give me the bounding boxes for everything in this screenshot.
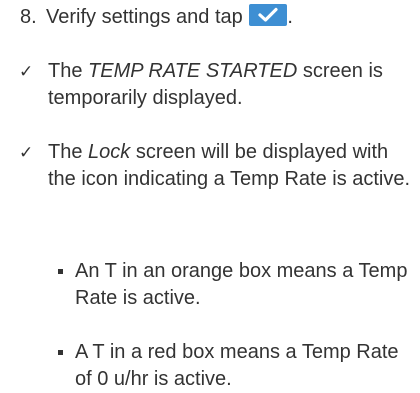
step-text-end: . <box>287 6 293 28</box>
check-mark-icon: ✓ <box>19 143 34 162</box>
instruction-document: 8. Verify settings and tap . ✓ The TEMP R… <box>0 0 420 391</box>
step-text: Verify settings and tap <box>46 6 243 28</box>
bullet-text: An T in an orange box means a Temp Rate … <box>75 260 408 309</box>
confirm-button-graphic <box>249 4 288 26</box>
check-mark-icon: ✓ <box>19 62 34 81</box>
bullet-icon <box>58 350 63 355</box>
result-text: The Lock screen will be displayed with t… <box>48 141 411 190</box>
checkmark-icon <box>258 7 278 22</box>
bullet-icon <box>58 269 63 274</box>
screen-name-emphasis: TEMP RATE STARTED <box>88 60 298 82</box>
result-text: The TEMP RATE STARTED screen is temporar… <box>48 60 383 109</box>
step-number: 8. <box>20 6 37 28</box>
screen-name-emphasis: Lock <box>88 141 131 163</box>
step-8: 8. Verify settings and tap . <box>20 4 416 31</box>
bullet-text: A T in a red box means a Temp Rate of 0 … <box>75 341 399 390</box>
